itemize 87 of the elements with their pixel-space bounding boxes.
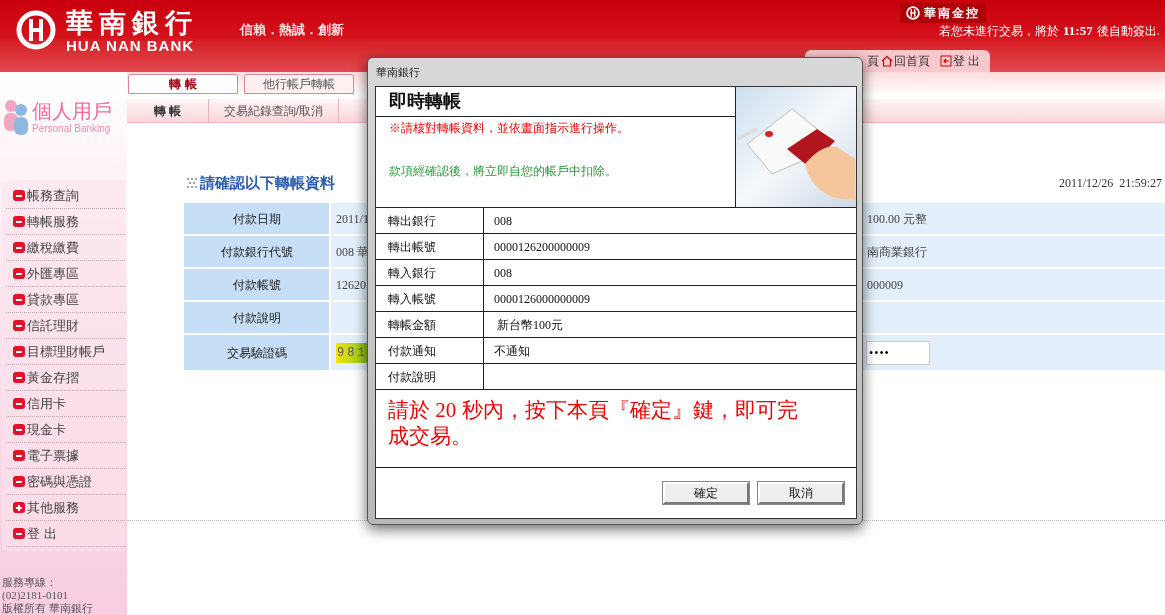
- field-label: 付款帳號: [184, 269, 329, 300]
- field-value: 南商業銀行: [867, 243, 927, 261]
- bank-logo-icon: [906, 6, 920, 20]
- table-label-cell: 轉入銀行: [376, 260, 484, 285]
- sidebar-menu-item[interactable]: 信用卡: [6, 391, 125, 417]
- minus-icon: [13, 398, 25, 409]
- nav-tab[interactable]: 轉 帳: [128, 74, 238, 94]
- field-label: 付款日期: [184, 203, 329, 234]
- minus-icon: [13, 242, 25, 253]
- sidebar-menu-item[interactable]: 其他服務: [6, 495, 125, 521]
- bank-logo-icon: [16, 10, 56, 50]
- subnav-tab[interactable]: 轉 帳: [127, 99, 209, 122]
- dialog-heading: 即時轉帳: [389, 90, 461, 113]
- logout-link[interactable]: 登 出: [939, 52, 980, 70]
- sidebar-menu-item[interactable]: 密碼與憑證: [6, 469, 125, 495]
- table-label-cell: 付款通知: [376, 338, 484, 363]
- minus-icon: [13, 320, 25, 331]
- field-value: 12620: [336, 276, 366, 294]
- sidebar-menu-item[interactable]: 轉帳服務: [6, 209, 125, 235]
- sidebar-menu-item[interactable]: 黃金存摺: [6, 365, 125, 391]
- sidebar-menu-item[interactable]: 外匯專區: [6, 261, 125, 287]
- sidebar-menu-item[interactable]: 貸款專區: [6, 287, 125, 313]
- minus-icon: [13, 346, 25, 357]
- password-field[interactable]: ••••: [866, 340, 930, 365]
- minus-icon: [13, 268, 25, 279]
- field-label: 付款說明: [184, 302, 329, 333]
- field-value: 2011/1: [336, 210, 368, 228]
- field-label: 交易驗證碼: [184, 335, 329, 370]
- table-label-cell: 轉帳金額: [376, 312, 484, 337]
- notice-text: ※請核對轉帳資料，並依畫面指示進行操作。: [388, 120, 630, 137]
- table-value-cell-text: 新台幣100元: [496, 316, 564, 334]
- captcha-image: 981: [336, 342, 367, 363]
- dialog-title: 華南銀行: [376, 65, 420, 80]
- sidebar-menu-item[interactable]: 電子票據: [6, 443, 125, 469]
- minus-icon: [13, 294, 25, 305]
- nav-tab[interactable]: 他行帳戶轉帳: [244, 74, 354, 94]
- cancel-button[interactable]: 取消: [758, 482, 844, 504]
- logout-icon: [939, 55, 952, 67]
- countdown-prompt: 請於 20 秒內，按下本頁『確定』鍵，即可完成交易。: [388, 397, 799, 449]
- table-value-cell-text: 008: [493, 212, 513, 230]
- page-title: 請確認以下轉帳資料: [200, 172, 335, 193]
- minus-icon: [13, 450, 25, 461]
- slogan: 信賴．熱誠．創新: [240, 21, 344, 39]
- home-link[interactable]: 回首頁: [880, 52, 930, 70]
- table-value-cell-text: 0000126000000009: [493, 290, 591, 308]
- field-value: 100.00 元整: [867, 210, 927, 228]
- field-value: 000009: [867, 276, 903, 294]
- timestamp: 2011/12/26 21:59:27: [1059, 175, 1162, 192]
- minus-icon: [13, 424, 25, 435]
- dotted-square-icon: [187, 178, 197, 188]
- table-value-cell-text: 不通知: [493, 342, 531, 360]
- minus-icon: [13, 476, 25, 487]
- logout-countdown: 11:57: [1063, 23, 1093, 39]
- top-link-text[interactable]: 頁: [866, 52, 879, 70]
- table-value-cell-text: 0000126200000009: [493, 238, 591, 256]
- minus-icon: [13, 216, 25, 227]
- sidebar-menu-item[interactable]: 繳稅繳費: [6, 235, 125, 261]
- hotline-label: 服務專線：: [2, 576, 58, 589]
- sidebar-menu-item[interactable]: 目標理財帳戶: [6, 339, 125, 365]
- confirm-button[interactable]: 確定: [663, 482, 749, 504]
- logout-notice: 若您未進行交易，將於: [939, 23, 1060, 39]
- section-title: 個人用戶: [32, 99, 112, 123]
- info-text: 款項經確認後，將立即自您的帳戶中扣除。: [388, 163, 618, 180]
- people-icon: [2, 99, 30, 135]
- sidebar-menu-item[interactable]: 現金卡: [6, 417, 125, 443]
- table-value-cell-text: 008: [493, 264, 513, 282]
- home-icon: [880, 55, 893, 67]
- table-label-cell: 轉入帳號: [376, 286, 484, 311]
- table-label-cell: 轉出銀行: [376, 208, 484, 233]
- holding-brand: 華南金控: [900, 3, 986, 23]
- table-label-cell: 轉出帳號: [376, 234, 484, 259]
- sidebar-menu-item[interactable]: 登 出: [6, 521, 125, 547]
- minus-icon: [13, 528, 25, 539]
- bank-name: 華南銀行: [66, 8, 198, 38]
- hotline-number: (02)2181-0101: [2, 589, 69, 602]
- table-label-cell: 付款說明: [376, 364, 484, 389]
- field-label: 付款銀行代號: [184, 236, 329, 267]
- section-subtitle: Personal Banking: [32, 123, 112, 135]
- subnav-tab[interactable]: 交易紀錄查詢/取消: [209, 99, 339, 122]
- sidebar-menu-item[interactable]: 帳務查詢: [6, 183, 125, 209]
- bank-english-name: HUA NAN BANK: [66, 38, 196, 54]
- sidebar-menu-item[interactable]: 信託理財: [6, 313, 125, 339]
- plus-icon: [13, 502, 25, 513]
- logout-notice: 後自動簽出.: [1096, 23, 1160, 39]
- minus-icon: [13, 190, 25, 201]
- copyright-text: 版權所有 華南銀行: [2, 602, 95, 615]
- minus-icon: [13, 372, 25, 383]
